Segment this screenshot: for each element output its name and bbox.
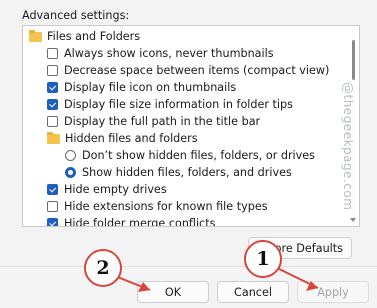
- option-hide-merge-conflicts[interactable]: Hide folder merge conflicts: [47, 215, 215, 226]
- checkbox-unchecked-icon[interactable]: [47, 201, 58, 212]
- advanced-settings-list[interactable]: Files and Folders Always show icons, nev…: [22, 25, 360, 227]
- option-full-path-title-bar[interactable]: Display the full path in the title bar: [47, 113, 260, 130]
- option-display-file-icon[interactable]: Display file icon on thumbnails: [47, 79, 236, 96]
- annotation-badge-2: 2: [84, 249, 122, 287]
- option-always-show-icons[interactable]: Always show icons, never thumbnails: [47, 45, 274, 62]
- cancel-button[interactable]: Cancel: [217, 281, 289, 303]
- option-compact-view[interactable]: Decrease space between items (compact vi…: [47, 62, 329, 79]
- watermark: @thegeekpage.com: [341, 81, 355, 211]
- checkbox-unchecked-icon[interactable]: [47, 116, 58, 127]
- option-hide-empty-drives[interactable]: Hide empty drives: [47, 181, 167, 198]
- option-dont-show-hidden[interactable]: Don’t show hidden files, folders, or dri…: [65, 147, 315, 164]
- ok-button[interactable]: OK: [137, 281, 209, 303]
- advanced-settings-label: Advanced settings:: [22, 9, 130, 22]
- checkbox-checked-icon[interactable]: [47, 82, 58, 93]
- radio-unselected-icon[interactable]: [65, 150, 76, 161]
- checkbox-checked-icon[interactable]: [47, 99, 58, 110]
- tree-item-hidden-files: Hidden files and folders: [47, 130, 198, 147]
- annotation-badge-1: 1: [244, 240, 282, 278]
- radio-selected-icon[interactable]: [65, 167, 76, 178]
- option-display-file-size[interactable]: Display file size information in folder …: [47, 96, 293, 113]
- option-hide-extensions[interactable]: Hide extensions for known file types: [47, 198, 268, 215]
- checkbox-checked-icon[interactable]: [47, 218, 58, 226]
- folder-icon: [47, 131, 60, 144]
- tree-item-files-and-folders: Files and Folders: [29, 28, 140, 45]
- folder-icon: [29, 29, 42, 42]
- apply-button[interactable]: Apply: [297, 281, 369, 303]
- checkbox-unchecked-icon[interactable]: [47, 65, 58, 76]
- checkbox-checked-icon[interactable]: [47, 184, 58, 195]
- checkbox-unchecked-icon[interactable]: [47, 48, 58, 59]
- option-show-hidden[interactable]: Show hidden files, folders, and drives: [65, 164, 292, 181]
